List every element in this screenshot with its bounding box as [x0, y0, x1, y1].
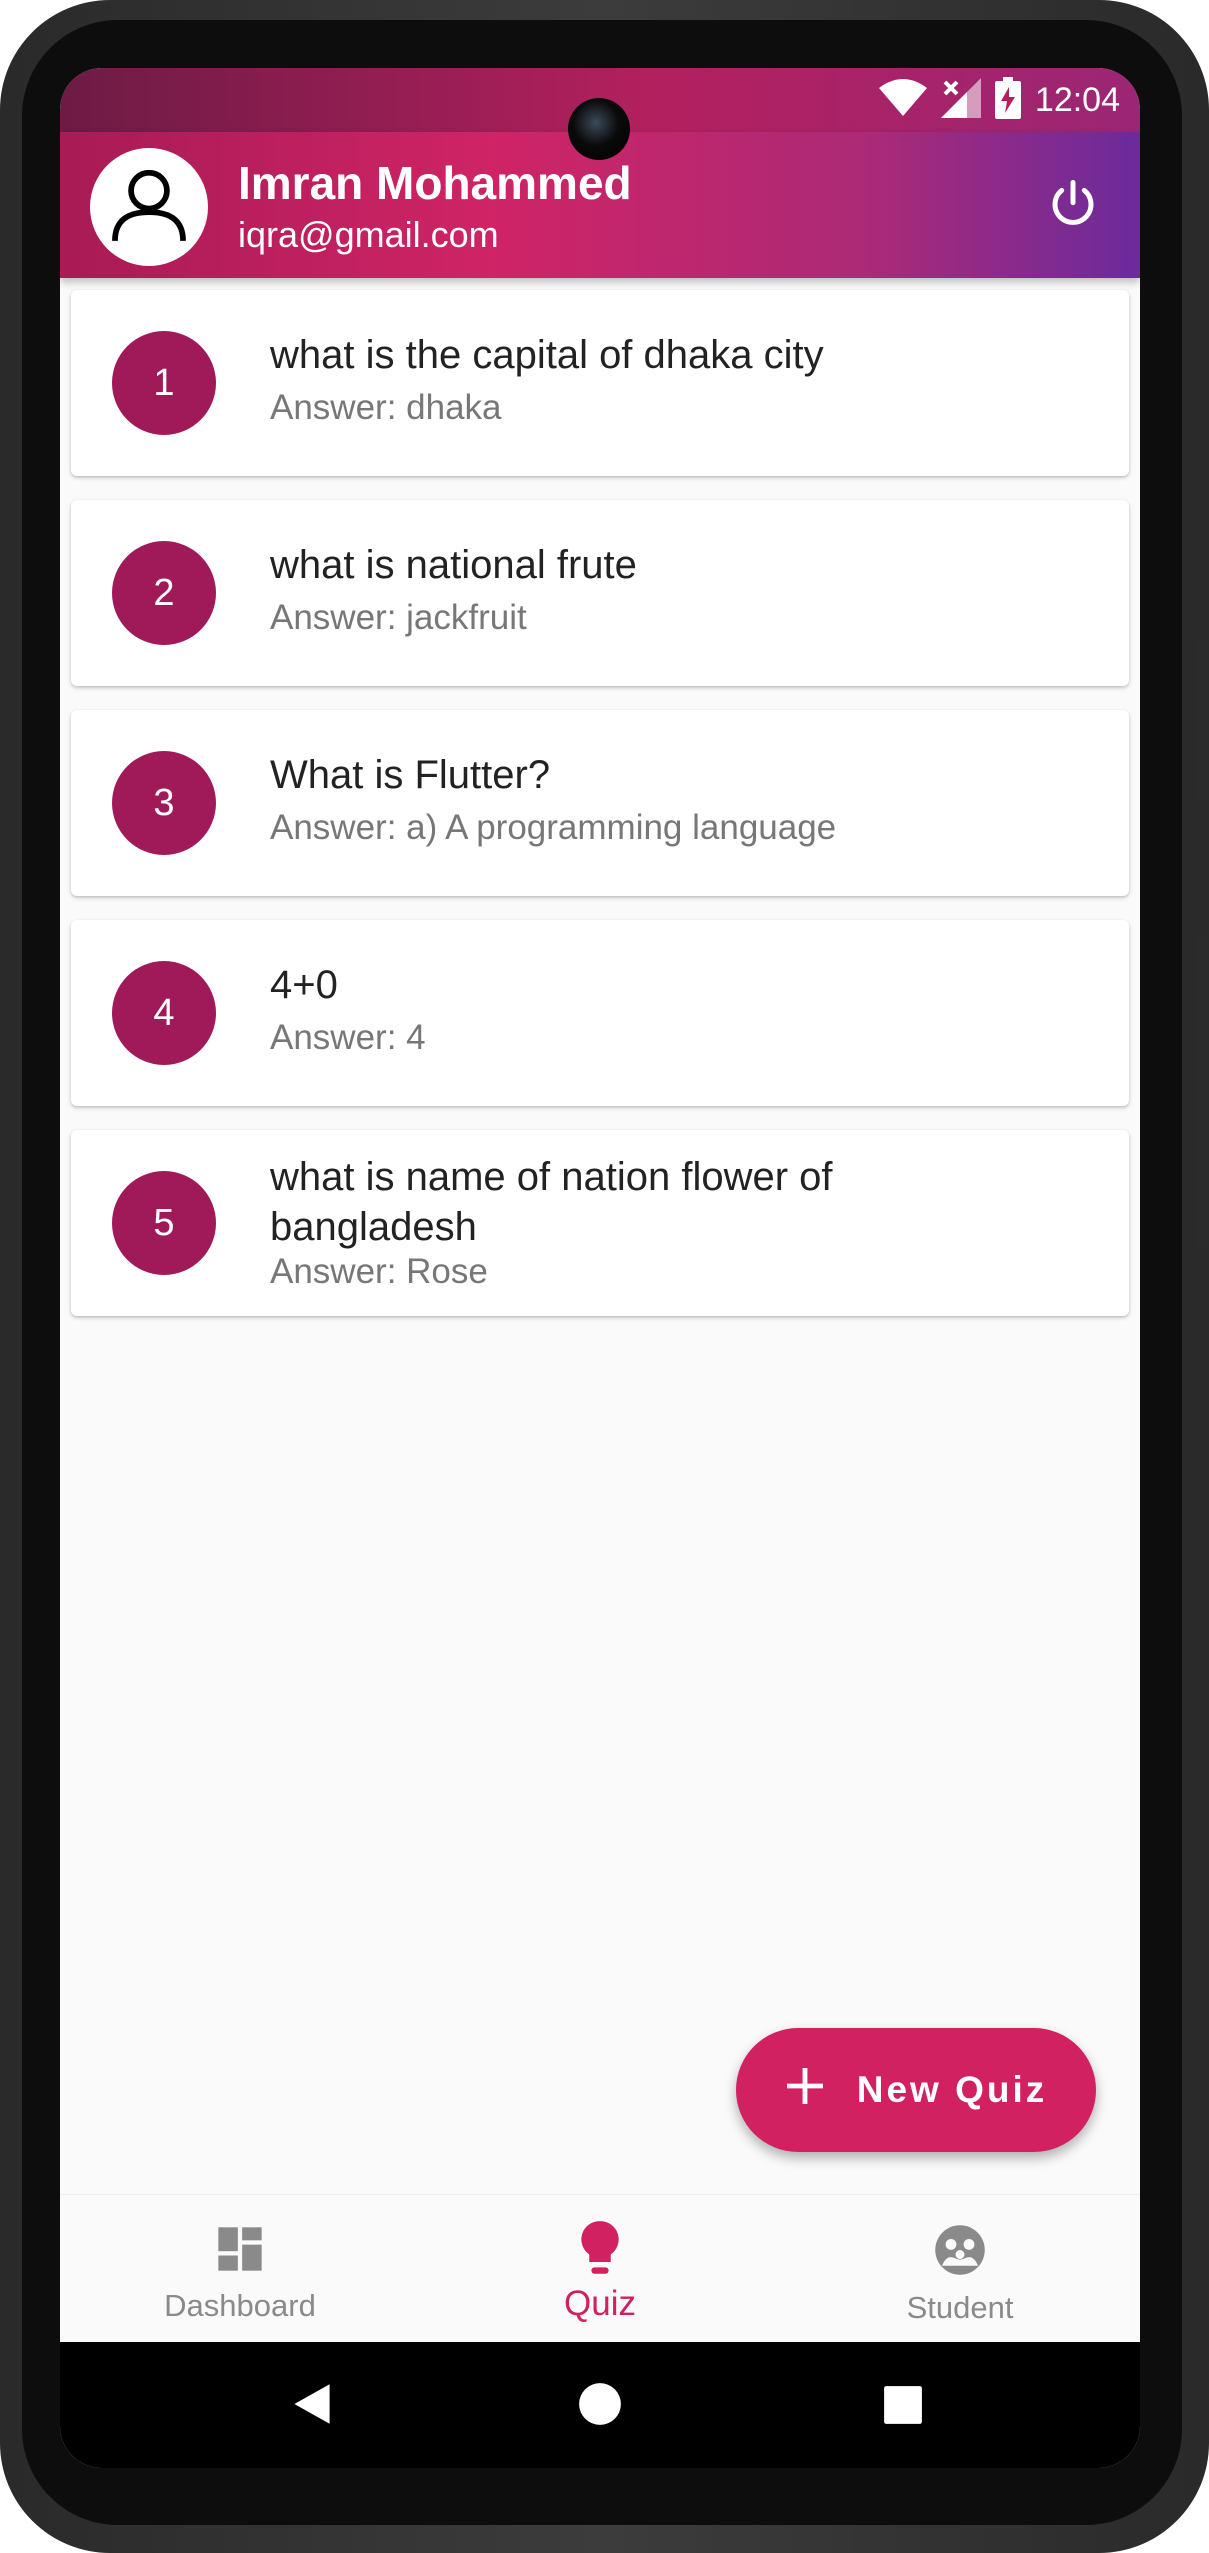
- nav-label-quiz: Quiz: [564, 2284, 636, 2323]
- quiz-number-badge: 2: [112, 541, 216, 645]
- signal-icon: [940, 77, 981, 123]
- user-name: Imran Mohammed: [238, 157, 632, 209]
- dashboard-icon: [214, 2223, 266, 2280]
- quiz-answer: Answer: jackfruit: [270, 598, 527, 637]
- quiz-question: 4+0: [270, 963, 338, 1007]
- quiz-card[interactable]: 4 4+0 Answer: 4: [71, 920, 1129, 1106]
- person-icon: [106, 162, 192, 253]
- battery-icon: [994, 76, 1021, 124]
- plus-icon: [785, 2066, 825, 2115]
- nav-student[interactable]: Student: [780, 2195, 1140, 2343]
- logout-button[interactable]: [1043, 177, 1103, 237]
- student-icon: [933, 2223, 987, 2282]
- home-icon[interactable]: [578, 2382, 622, 2431]
- quiz-answer: Answer: dhaka: [270, 388, 502, 427]
- quiz-card[interactable]: 1 what is the capital of dhaka city Answ…: [71, 290, 1129, 476]
- system-navigation-bar: [60, 2342, 1140, 2468]
- quiz-question: what is name of nation flower of banglad…: [270, 1155, 833, 1249]
- phone-frame: 12:04 Imran Mohammed iqra@gmail.com 1 wh…: [0, 0, 1209, 2553]
- power-icon: [1046, 178, 1100, 237]
- new-quiz-label: New Quiz: [856, 2069, 1048, 2110]
- quiz-number-badge: 3: [112, 751, 216, 855]
- lightbulb-icon: [574, 2219, 626, 2282]
- avatar[interactable]: [90, 148, 208, 266]
- nav-dashboard[interactable]: Dashboard: [60, 2195, 420, 2343]
- nav-quiz[interactable]: Quiz: [420, 2195, 780, 2343]
- quiz-number-badge: 5: [112, 1171, 216, 1275]
- volume-button: [1195, 640, 1207, 800]
- quiz-card[interactable]: 5 what is name of nation flower of bangl…: [71, 1130, 1129, 1316]
- quiz-number-badge: 1: [112, 331, 216, 435]
- quiz-card[interactable]: 3 What is Flutter? Answer: a) A programm…: [71, 710, 1129, 896]
- quiz-question: what is the capital of dhaka city: [270, 333, 824, 377]
- quiz-answer: Answer: 4: [270, 1018, 426, 1057]
- user-email: iqra@gmail.com: [238, 214, 499, 255]
- wifi-icon: [878, 78, 927, 123]
- quiz-answer: Answer: Rose: [270, 1252, 488, 1291]
- quiz-number-badge: 4: [112, 961, 216, 1065]
- back-icon[interactable]: [290, 2382, 334, 2431]
- status-time: 12:04: [1034, 80, 1120, 119]
- screen: 12:04 Imran Mohammed iqra@gmail.com 1 wh…: [60, 68, 1140, 2468]
- power-side-button: [1195, 930, 1207, 1250]
- quiz-question: what is national frute: [270, 543, 637, 587]
- nav-label-student: Student: [906, 2290, 1014, 2325]
- quiz-answer: Answer: a) A programming language: [270, 808, 837, 847]
- bottom-navigation: Dashboard Quiz Student: [60, 2194, 1140, 2343]
- quiz-card[interactable]: 2 what is national frute Answer: jackfru…: [71, 500, 1129, 686]
- recents-icon[interactable]: [882, 2384, 924, 2431]
- nav-label-dashboard: Dashboard: [164, 2288, 316, 2323]
- front-camera: [568, 98, 630, 160]
- new-quiz-button[interactable]: New Quiz: [736, 2028, 1096, 2152]
- quiz-question: What is Flutter?: [270, 753, 551, 797]
